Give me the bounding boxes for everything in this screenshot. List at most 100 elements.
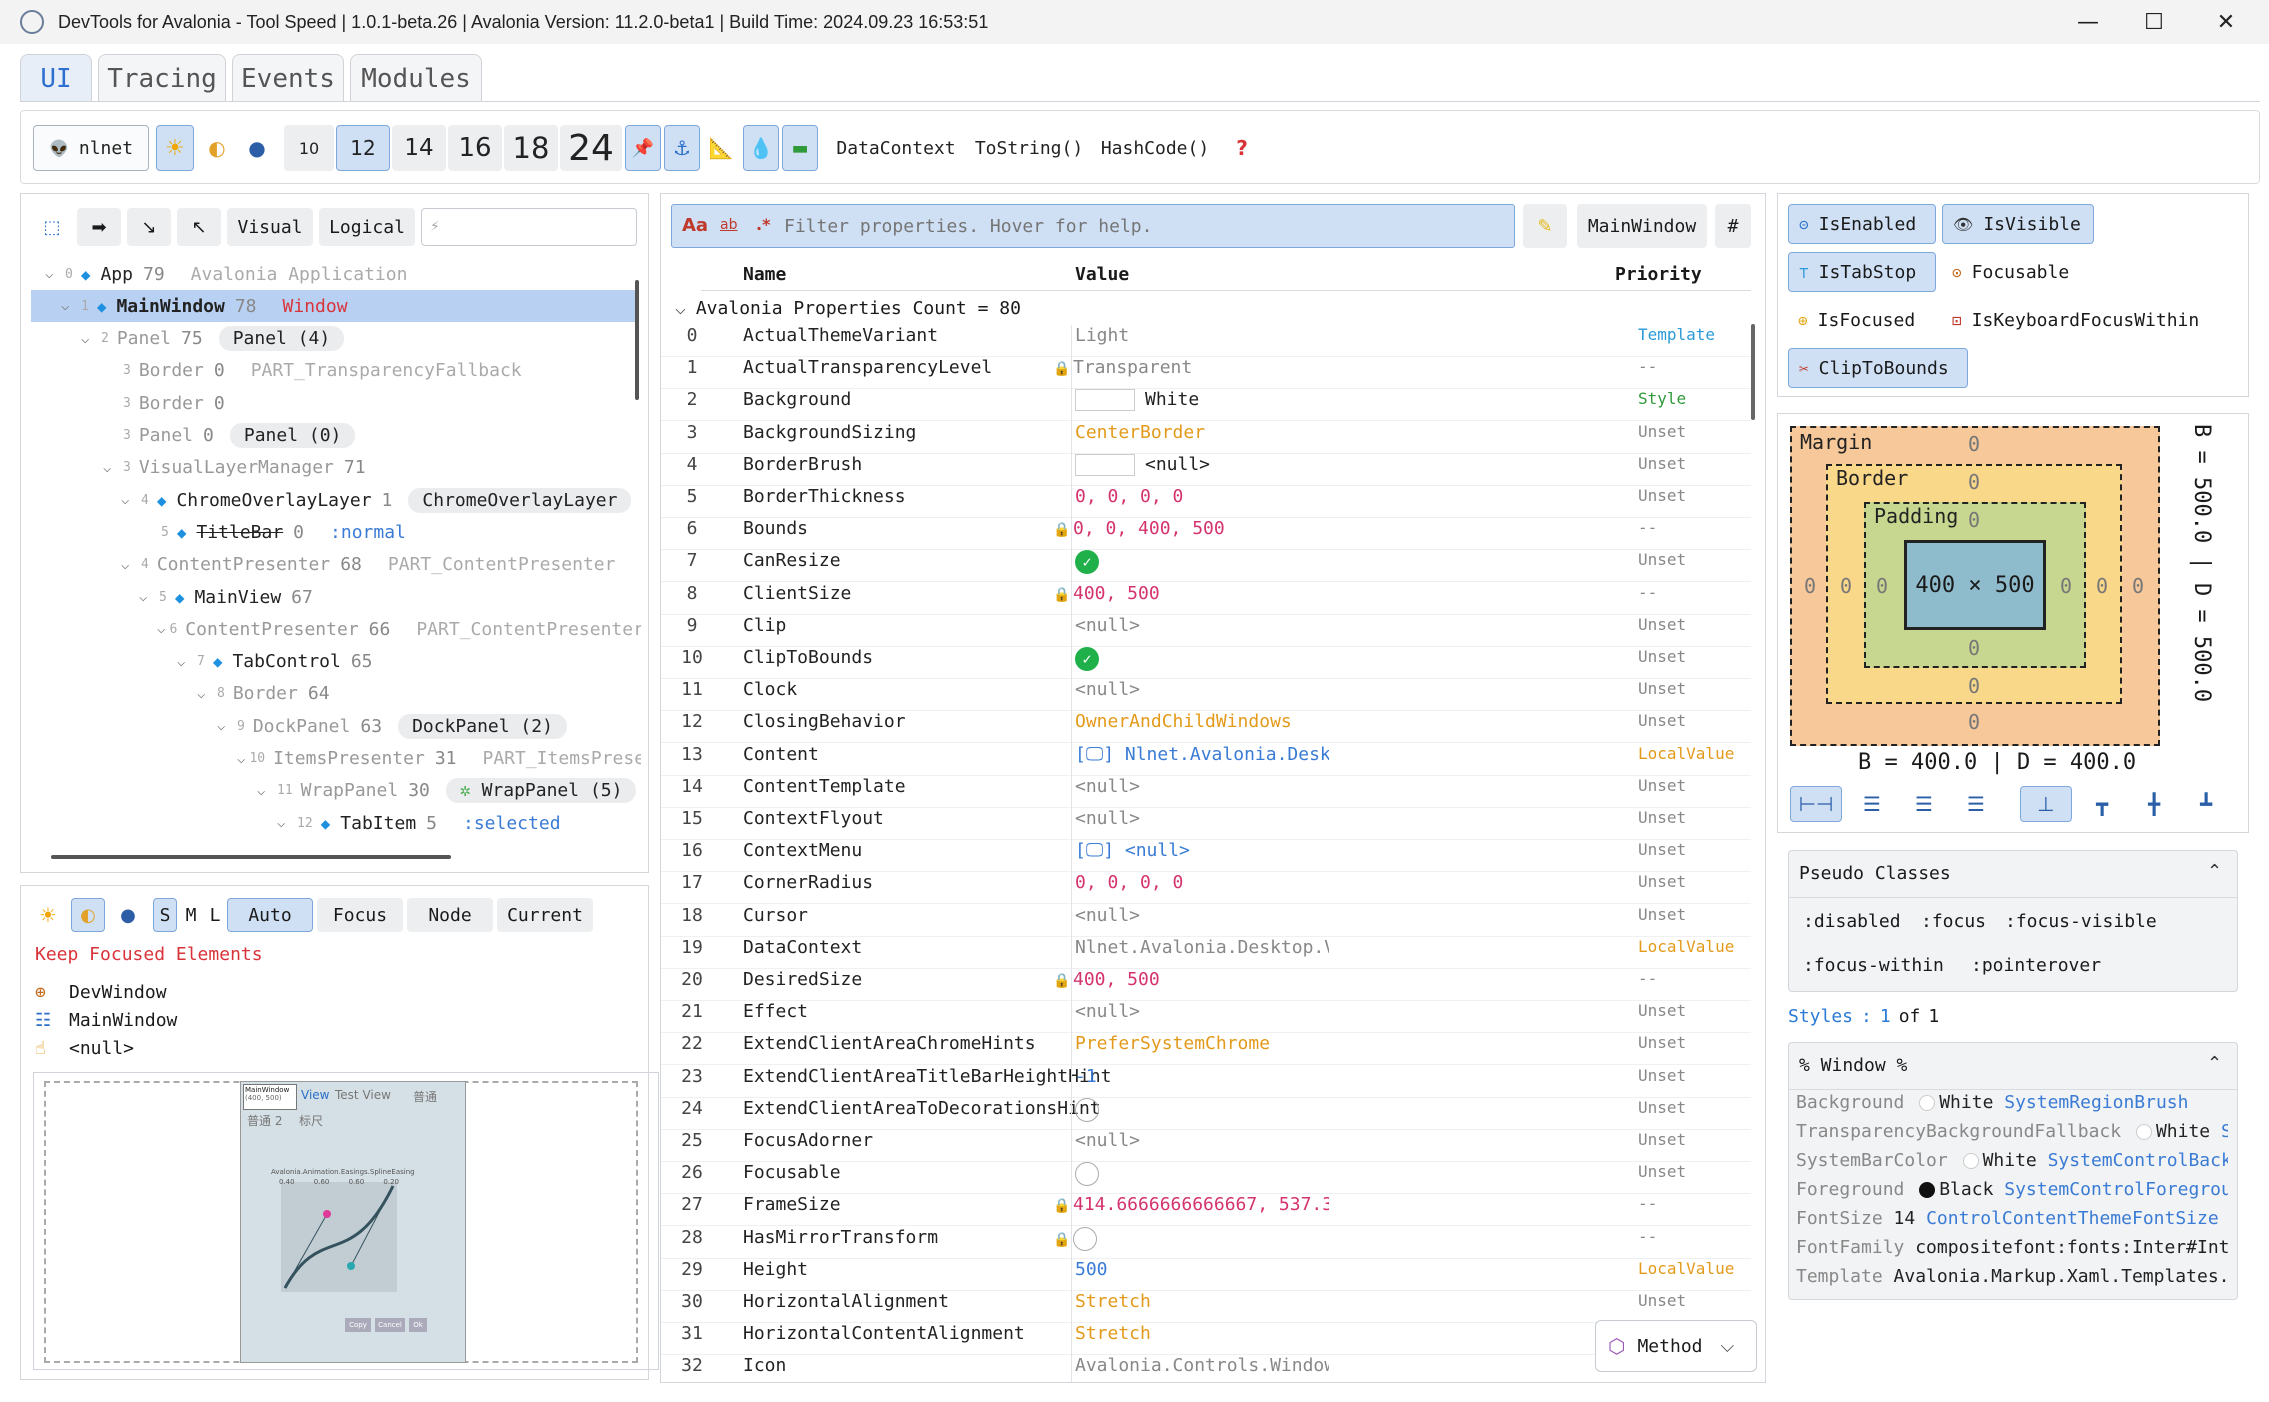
tree-filter-input[interactable]: ⚡	[421, 208, 637, 246]
styles-current[interactable]: 1	[1880, 1006, 1891, 1027]
property-row[interactable]: 14 ContentTemplate <null> Unset	[661, 776, 1751, 808]
dark-theme-button[interactable]: ●	[238, 125, 276, 171]
empty-circle-icon[interactable]	[1073, 1226, 1097, 1251]
property-value[interactable]: Nlnet.Avalonia.Desktop.ViewModels.I	[1053, 937, 1329, 958]
next-button[interactable]: ➡	[77, 208, 121, 246]
tostring-link[interactable]: ToString()	[971, 125, 1087, 171]
property-row[interactable]: 0 ActualThemeVariant Light Template	[661, 325, 1751, 357]
pseudo-disabled[interactable]: :disabled	[1803, 911, 1901, 932]
chevron-down-icon[interactable]: ⌵	[121, 557, 137, 573]
isvisible-toggle[interactable]: 👁 IsVisible	[1942, 204, 2094, 244]
isenabled-toggle[interactable]: ⊝ IsEnabled	[1788, 204, 1936, 244]
property-row[interactable]: 30 HorizontalAlignment Stretch Unset	[661, 1291, 1751, 1323]
property-row[interactable]: 25 FocusAdorner <null> Unset	[661, 1130, 1751, 1162]
tab-modules[interactable]: Modules	[350, 54, 482, 102]
property-row[interactable]: 11 Clock <null> Unset	[661, 679, 1751, 712]
chevron-down-icon[interactable]: ⌵	[61, 298, 77, 314]
property-value[interactable]: Stretch	[1053, 1323, 1329, 1344]
property-value[interactable]: Light	[1053, 325, 1329, 346]
hashcode-link[interactable]: HashCode()	[1097, 125, 1213, 171]
tab-ui[interactable]: UI	[20, 54, 92, 102]
tree-hscrollbar[interactable]	[51, 855, 451, 859]
chevron-down-icon[interactable]: ⌵	[217, 718, 233, 734]
property-value[interactable]: 🔒	[1053, 1226, 1329, 1251]
tree-node[interactable]: 3 Panel 0 Panel (0)	[31, 420, 637, 452]
tree-node[interactable]: ⌵ 5 ◆ MainView 67	[31, 581, 637, 613]
pseudo-pointerover[interactable]: :pointerover	[1971, 955, 2101, 976]
property-value[interactable]: <null>	[1053, 615, 1329, 636]
datacontext-link[interactable]: DataContext	[831, 125, 961, 171]
check-circle-icon[interactable]: ✓	[1075, 550, 1099, 575]
iskeyboardfocuswithin-toggle[interactable]: ⊡ IsKeyboardFocusWithin	[1942, 300, 2242, 340]
property-value[interactable]: 🔒 Transparent	[1053, 357, 1329, 378]
regex-icon[interactable]: .*	[756, 215, 770, 234]
property-value[interactable]: CenterBorder	[1053, 422, 1329, 443]
property-row[interactable]: 22 ExtendClientAreaChromeHints PreferSyste…	[661, 1033, 1751, 1066]
check-circle-icon[interactable]: ✓	[1075, 647, 1099, 671]
font-size-18[interactable]: 18	[504, 125, 558, 171]
style-setter-row[interactable]: Foreground Black SystemControlForegroun	[1796, 1179, 2228, 1207]
property-row[interactable]: 18 Cursor <null> Unset	[661, 905, 1751, 937]
v-bottom-button[interactable]: ┻	[2182, 786, 2230, 822]
property-filter-input[interactable]	[784, 211, 1504, 241]
mode-node-button[interactable]: Node	[407, 898, 493, 932]
property-row[interactable]: 4 BorderBrush <null> Unset	[661, 453, 1751, 486]
chevron-down-icon[interactable]: ⌵	[157, 621, 165, 637]
property-value[interactable]: ✓	[1053, 550, 1329, 575]
focus-auto-theme-button[interactable]: ◐	[71, 898, 105, 932]
setter-resource-link[interactable]: ControlContentThemeFontSize	[1926, 1208, 2219, 1229]
user-button[interactable]: 👽 nlnet	[33, 125, 149, 171]
h-right-button[interactable]: ☰	[1952, 786, 2000, 822]
chevron-down-icon[interactable]: ⌵	[139, 589, 155, 605]
property-row[interactable]: 12 ClosingBehavior OwnerAndChildWindows Uns…	[661, 711, 1751, 744]
pseudo-focus-visible[interactable]: :focus-visible	[2005, 911, 2157, 932]
target-name-button[interactable]: MainWindow	[1577, 204, 1707, 248]
property-row[interactable]: 32 Icon Avalonia.Controls.WindowIcon	[661, 1355, 1751, 1382]
chevron-down-icon[interactable]: ⌵	[237, 751, 245, 767]
auto-theme-button[interactable]: ◐	[198, 125, 236, 171]
tree-node[interactable]: ⌵ 2 Panel 75 Panel (4)	[31, 323, 637, 355]
font-size-12[interactable]: 12	[336, 125, 390, 171]
mode-current-button[interactable]: Current	[497, 898, 593, 932]
property-value[interactable]: <null>	[1053, 1001, 1329, 1022]
property-value[interactable]: <null>	[1053, 1130, 1329, 1151]
property-row[interactable]: 9 Clip <null> Unset	[661, 615, 1751, 647]
property-value[interactable]: Stretch	[1053, 1291, 1329, 1312]
help-button[interactable]: ?	[1227, 125, 1257, 171]
marker-button[interactable]: 💧	[743, 125, 779, 171]
tree-node[interactable]: ⌵ 12 ◆ TabItem 5:selected	[31, 807, 637, 839]
font-size-10[interactable]: 10	[284, 125, 334, 171]
tree-node[interactable]: 5 ◆ TitleBar 0:normal	[31, 516, 637, 548]
property-value[interactable]: [🖵] <null>	[1053, 840, 1329, 861]
step-out-button[interactable]: ↖	[177, 208, 221, 246]
property-value[interactable]: White	[1053, 389, 1329, 412]
property-value[interactable]: Avalonia.Controls.WindowIcon	[1053, 1355, 1329, 1376]
light-theme-button[interactable]: ☀	[156, 125, 194, 171]
ruler-button[interactable]: 📐	[703, 125, 739, 171]
tab-tracing[interactable]: Tracing	[98, 54, 226, 102]
property-value[interactable]: 500	[1053, 1259, 1329, 1280]
column-value-header[interactable]: Value	[1075, 264, 1129, 285]
property-row[interactable]: 24 ExtendClientAreaToDecorationsHint Unset	[661, 1097, 1751, 1130]
focus-light-button[interactable]: ☀	[31, 898, 65, 932]
hash-button[interactable]: #	[1715, 204, 1751, 248]
property-row[interactable]: 16 ContextMenu [🖵] <null> Unset	[661, 840, 1751, 873]
select-tool-button[interactable]: ⬚	[33, 208, 71, 246]
tree-node[interactable]: ⌵ 9 DockPanel 63 DockPanel (2)	[31, 710, 637, 742]
property-row[interactable]: 23 ExtendClientAreaTitleBarHeightHint -1 Un…	[661, 1066, 1751, 1098]
v-top-button[interactable]: ┳	[2078, 786, 2126, 822]
tree-scrollbar[interactable]	[635, 280, 639, 400]
chevron-down-icon[interactable]: ⌵	[277, 815, 293, 831]
tree-node[interactable]: ⌵ 10 ItemsPresenter 31 PART_ItemsPresenter	[31, 743, 641, 775]
style-setter-row[interactable]: TransparencyBackgroundFallback White Sy	[1796, 1121, 2228, 1149]
keep-focused-toggle[interactable]: Keep Focused Elements	[35, 944, 263, 965]
property-row[interactable]: 13 Content [🖵] Nlnet.Avalonia.Desktop.View…	[661, 744, 1751, 776]
font-size-24[interactable]: 24	[560, 125, 622, 171]
tree-node[interactable]: ⌵ 1 ◆ MainWindow 78 Window	[31, 290, 637, 323]
chevron-down-icon[interactable]: ⌵	[177, 654, 193, 670]
method-dropdown[interactable]: ⬡ Method ⌵	[1595, 1320, 1757, 1372]
property-row[interactable]: 26 Focusable Unset	[661, 1162, 1751, 1195]
property-value[interactable]: 🔒 400, 500	[1053, 969, 1329, 990]
chevron-down-icon[interactable]: ⌵	[197, 686, 213, 702]
close-button[interactable]: ✕	[2190, 0, 2262, 44]
